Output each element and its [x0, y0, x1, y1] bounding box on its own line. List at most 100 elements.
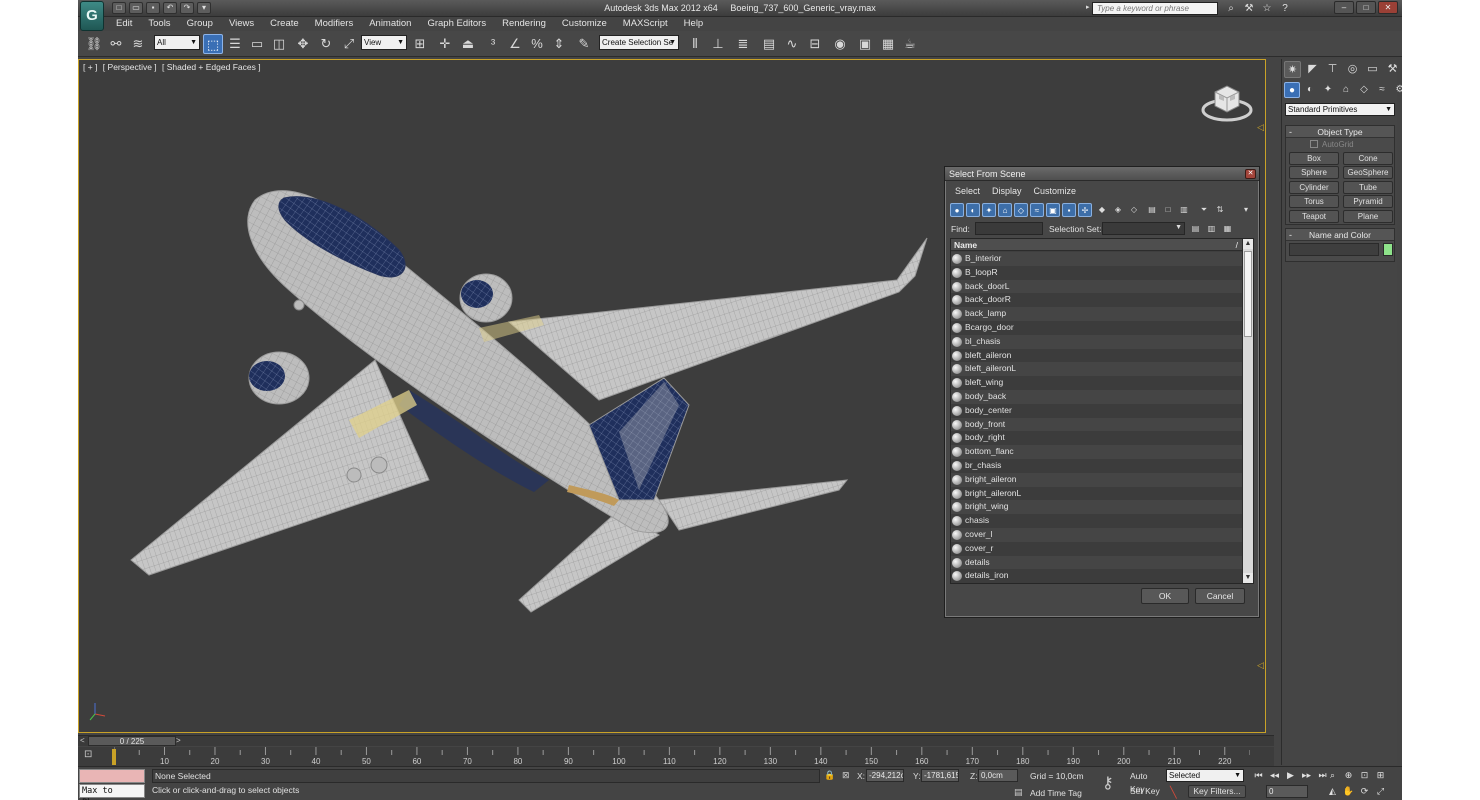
display-lights-icon[interactable]: ✦ [982, 203, 996, 217]
menu-maxscript[interactable]: MAXScript [615, 17, 676, 31]
display-xrefs-icon[interactable]: ▪ [1062, 203, 1076, 217]
object-row[interactable]: bottom_flanc [951, 445, 1243, 459]
selection-set-dropdown[interactable]: ▼ [1102, 222, 1185, 235]
help-search-input[interactable]: Type a keyword or phrase [1092, 2, 1218, 15]
play-icon[interactable]: ▶ [1284, 769, 1297, 782]
render-production-icon[interactable]: ☕ [900, 34, 920, 54]
select-none-icon[interactable]: □ [1161, 203, 1175, 217]
percent-snap-icon[interactable]: % [527, 34, 547, 54]
select-and-manipulate-icon[interactable]: ✛ [435, 34, 455, 54]
schematic-view-icon[interactable]: ⊟ [805, 34, 825, 54]
x-coordinate-field[interactable]: -294,212cr [866, 769, 904, 782]
key-tools-icon[interactable]: ⚒ [1242, 2, 1256, 15]
maxscript-listener-input[interactable]: Max to Physc. [79, 784, 145, 800]
object-row[interactable]: back_lamp [951, 307, 1243, 321]
app-menu-logo-icon[interactable]: G [80, 1, 104, 31]
zoom-extents-all-icon[interactable]: ⊞ [1374, 769, 1387, 782]
display-space-warps-icon[interactable]: ≈ [1030, 203, 1044, 217]
display-groups-icon[interactable]: ▣ [1046, 203, 1060, 217]
layer-manager-icon[interactable]: ≣ [733, 34, 753, 54]
zoom-extents-icon[interactable]: ⊡ [1358, 769, 1371, 782]
track-bar-ruler[interactable]: 10 20 30 40 50 60 70 80 90 100 110 120 130 140 150 160 1… [114, 747, 1250, 766]
object-row[interactable]: body_center [951, 403, 1243, 418]
help-icon[interactable]: ? [1278, 2, 1292, 15]
y-coordinate-field[interactable]: -1781,615( [921, 769, 959, 782]
object-row[interactable]: bleft_aileronL [951, 362, 1243, 377]
scroll-thumb[interactable] [1244, 251, 1252, 337]
create-selection-set-icon[interactable]: ▤ [1189, 222, 1202, 235]
maximize-icon[interactable]: □ [1356, 1, 1376, 14]
select-invert-icon[interactable]: ▥ [1177, 203, 1191, 217]
torus-button[interactable]: Torus [1289, 195, 1339, 208]
snaps-toggle-icon[interactable]: ³ [483, 34, 503, 54]
object-row[interactable]: bright_wing [951, 500, 1243, 515]
scroll-down-icon[interactable]: ▼ [1243, 573, 1253, 583]
object-row[interactable]: bright_aileron [951, 472, 1243, 487]
cylinder-button[interactable]: Cylinder [1289, 181, 1339, 194]
align-icon[interactable]: ⊥ [708, 34, 728, 54]
menu-modifiers[interactable]: Modifiers [307, 17, 362, 31]
bind-space-warp-icon[interactable]: ≋ [128, 34, 148, 54]
object-row[interactable]: cover_r [951, 541, 1243, 556]
object-row[interactable]: B_loopR [951, 265, 1243, 280]
reference-coordinate-dropdown[interactable]: View ▼ [361, 35, 407, 50]
key-filters-button[interactable]: Key Filters... [1188, 785, 1246, 798]
object-row[interactable]: body_front [951, 417, 1243, 432]
unlink-icon[interactable]: ⚯ [106, 34, 126, 54]
auto-key-button[interactable]: Auto Key [1130, 770, 1164, 794]
object-row[interactable]: details_iron [951, 569, 1243, 583]
modify-tab-icon[interactable]: ◤ [1304, 61, 1321, 78]
filter-icon[interactable]: ⏷ [1197, 203, 1211, 217]
menu-graph-editors[interactable]: Graph Editors [419, 17, 494, 31]
object-row[interactable]: bright_aileronL [951, 486, 1243, 501]
selection-filter-dropdown[interactable]: All ▼ [154, 35, 200, 50]
select-object-icon[interactable]: ⬚ [203, 34, 223, 54]
systems-icon[interactable]: ⚙ [1392, 82, 1402, 98]
edit-named-selection-icon[interactable]: ✎ [574, 34, 594, 54]
track-bar[interactable]: ⊡ 10 20 30 40 50 60 70 80 90 100 110 120 130 140 150 16… [78, 747, 1274, 766]
tube-button[interactable]: Tube [1343, 181, 1393, 194]
zoom-all-icon[interactable]: ⊕ [1342, 769, 1355, 782]
create-tab-icon[interactable]: ✷ [1284, 61, 1301, 78]
object-color-swatch[interactable] [1383, 243, 1393, 256]
dialog-menu-select[interactable]: Select [949, 184, 986, 198]
named-selection-set-dropdown[interactable]: Create Selection Se ▼ [599, 35, 679, 50]
current-frame-field[interactable]: 0 [1266, 785, 1308, 798]
menu-group[interactable]: Group [179, 17, 221, 31]
ok-button[interactable]: OK [1141, 588, 1189, 604]
display-tab-icon[interactable]: ▭ [1364, 61, 1381, 78]
time-slider-next-icon[interactable]: > [176, 736, 181, 745]
cameras-icon[interactable]: ⌂ [1338, 82, 1354, 98]
menu-views[interactable]: Views [221, 17, 262, 31]
z-coordinate-field[interactable]: 0,0cm [978, 769, 1018, 782]
display-shapes-icon[interactable]: ◐ [966, 203, 980, 217]
cancel-button[interactable]: Cancel [1195, 588, 1245, 604]
object-row[interactable]: bleft_wing [951, 376, 1243, 390]
remove-selection-set-icon[interactable]: ▦ [1221, 222, 1234, 235]
curve-editor-mini-icon[interactable]: ⊡ [84, 749, 98, 761]
set-key-button[interactable]: Set Key [1130, 785, 1164, 798]
object-row[interactable]: B_interior [951, 252, 1243, 266]
object-name-input[interactable] [1289, 243, 1379, 256]
select-and-link-icon[interactable]: ⛓ [84, 34, 104, 54]
maxscript-listener-output[interactable] [79, 769, 145, 783]
add-to-selection-set-icon[interactable]: ▥ [1205, 222, 1218, 235]
object-row[interactable]: body_back [951, 389, 1243, 404]
object-row[interactable]: Bcargo_door [951, 320, 1243, 335]
geometry-icon[interactable]: ● [1284, 82, 1300, 98]
window-crossing-icon[interactable]: ◫ [269, 34, 289, 54]
cone-button[interactable]: Cone [1343, 152, 1393, 165]
menu-create[interactable]: Create [262, 17, 307, 31]
selection-lock-icon[interactable]: 🔒 [824, 770, 835, 782]
dialog-close-icon[interactable]: ✕ [1245, 169, 1256, 179]
display-none-icon[interactable]: ◈ [1111, 203, 1125, 217]
object-row[interactable]: back_doorR [951, 293, 1243, 308]
object-type-rollout-header[interactable]: - Object Type [1286, 126, 1394, 138]
zoom-icon[interactable]: ⌕ [1326, 769, 1339, 782]
menu-customize[interactable]: Customize [554, 17, 615, 31]
angle-snap-icon[interactable]: ∠ [505, 34, 525, 54]
object-row[interactable]: bl_chasis [951, 334, 1243, 349]
time-tag-icon[interactable]: ▤ [1014, 787, 1024, 798]
close-icon[interactable]: ✕ [1378, 1, 1398, 14]
pyramid-button[interactable]: Pyramid [1343, 195, 1393, 208]
